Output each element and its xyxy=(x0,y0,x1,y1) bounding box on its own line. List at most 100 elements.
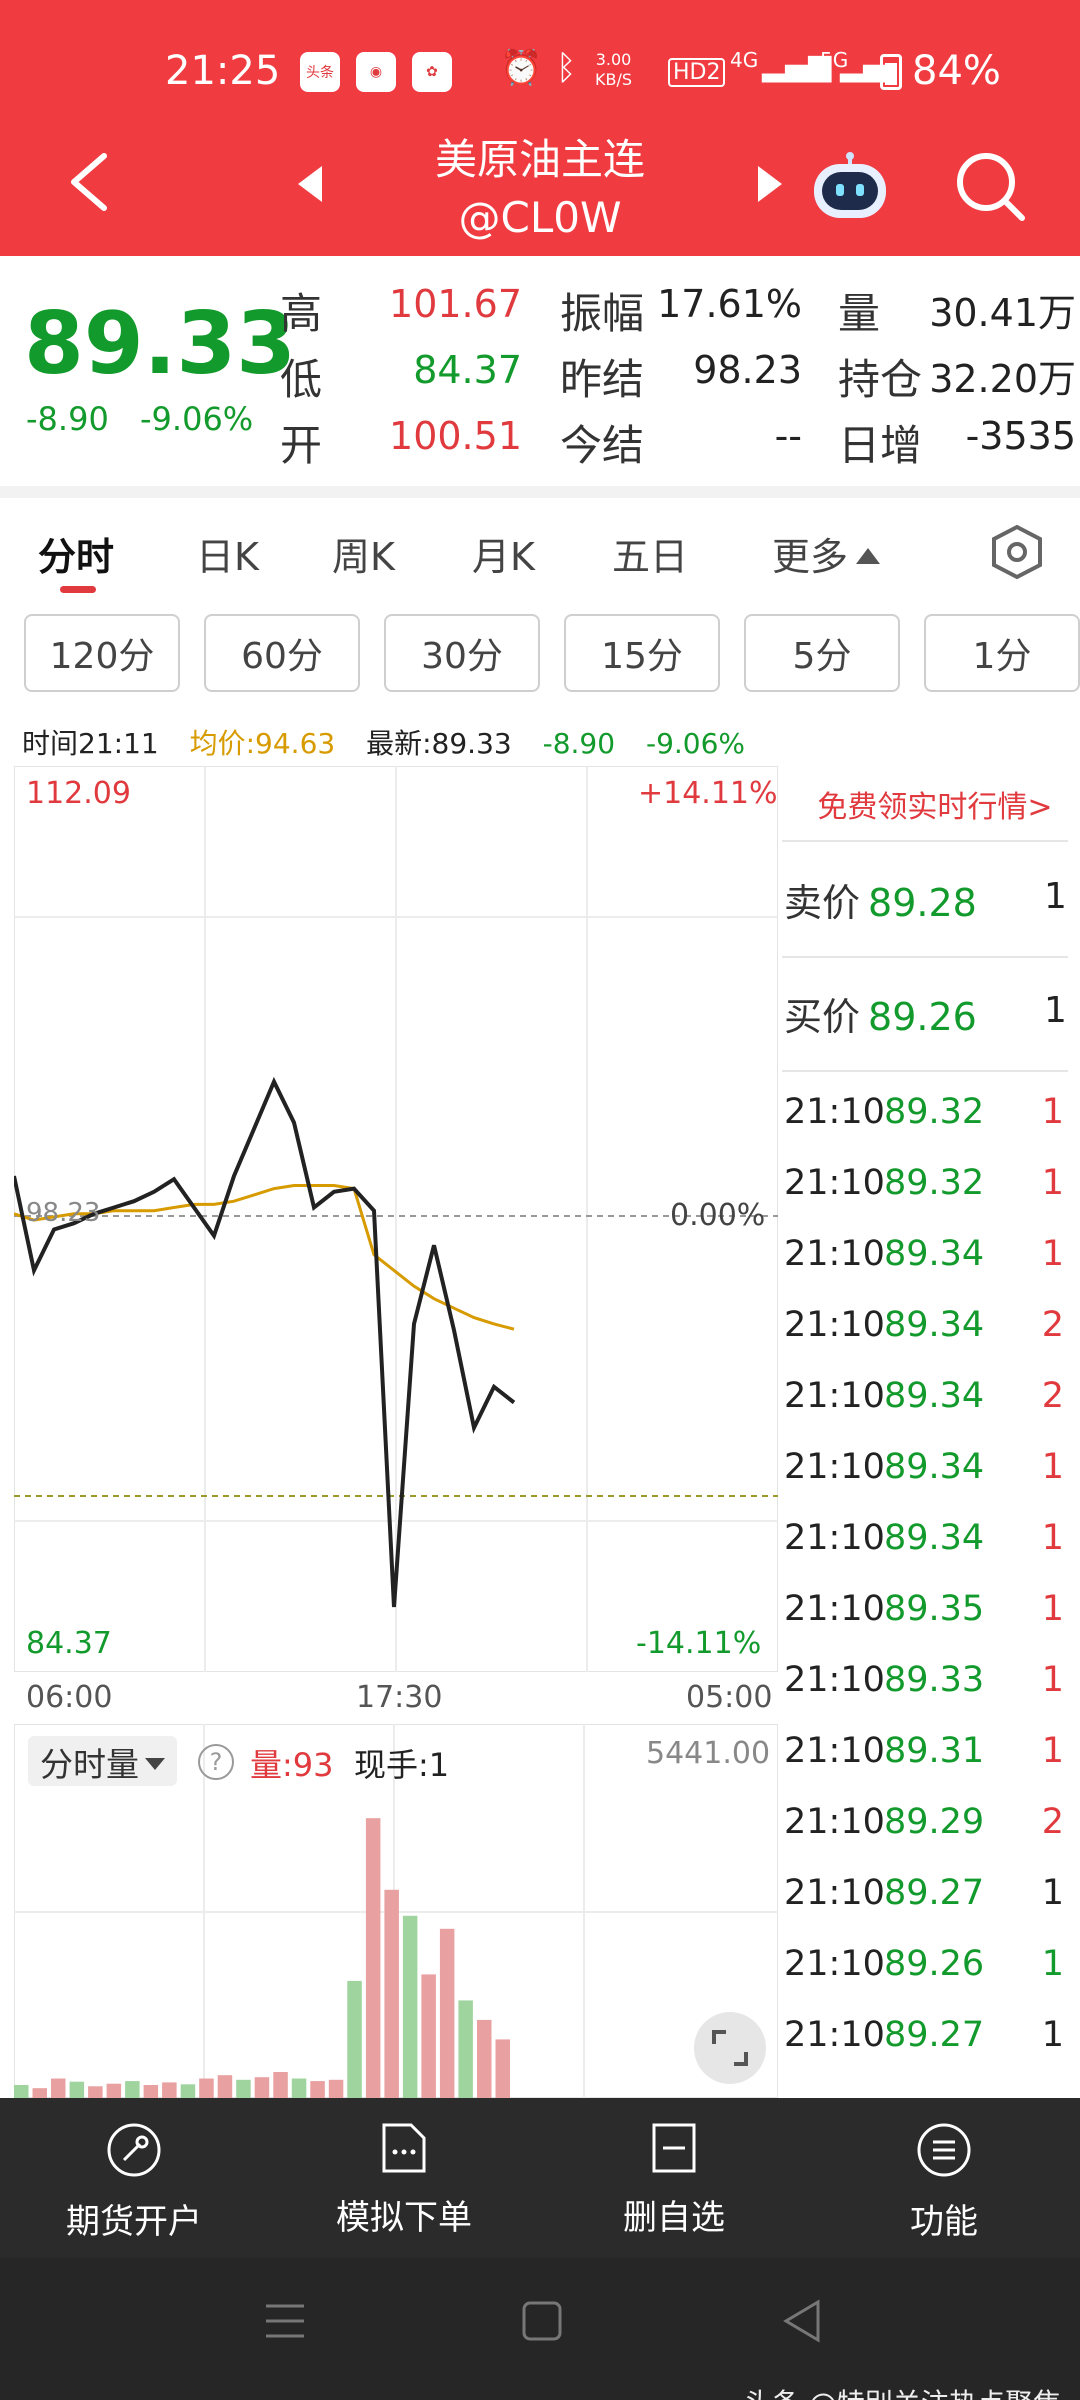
toutiao-app-icon: 头条 xyxy=(300,52,340,92)
tick-row: 21:10 89.32 1 xyxy=(784,1163,1068,1223)
info-change-pct: -9.06% xyxy=(645,727,746,760)
tab-five-day[interactable]: 五日 xyxy=(612,526,688,581)
interval-5m-button[interactable]: 5分 xyxy=(744,614,900,692)
tab-weekly-k[interactable]: 周K xyxy=(332,526,395,581)
nav-remove-watchlist[interactable]: 删自选 xyxy=(564,2116,784,2246)
tick-price: 89.34 xyxy=(884,1234,985,1274)
help-icon[interactable]: ? xyxy=(198,1744,234,1780)
nav-label: 功能 xyxy=(910,2202,978,2242)
menu-circle-icon xyxy=(917,2123,971,2177)
pct-zero-label: 0.00% xyxy=(670,1198,766,1233)
tick-time: 21:10 xyxy=(784,1092,885,1132)
tick-qty: 2 xyxy=(1041,1802,1064,1842)
watermark: 头条 @特别关注热点聚焦 xyxy=(744,2382,1061,2400)
interval-15m-button[interactable]: 15分 xyxy=(564,614,720,692)
prev-contract-arrow-icon[interactable] xyxy=(298,166,322,202)
divider xyxy=(782,840,1068,842)
free-realtime-quote-link[interactable]: 免费领实时行情> xyxy=(800,782,1070,826)
tick-time: 21:10 xyxy=(784,1518,885,1558)
shopping-app-icon: ◉ xyxy=(356,52,396,92)
ask-qty: 1 xyxy=(1044,876,1067,917)
bluetooth-icon: ᛒ xyxy=(556,48,577,88)
battery-level: 84% xyxy=(912,48,1001,94)
tick-price: 89.34 xyxy=(884,1305,985,1345)
tick-price: 89.32 xyxy=(884,1163,985,1203)
nav-simulated-order[interactable]: 模拟下单 xyxy=(294,2116,514,2246)
tick-qty: 1 xyxy=(1041,1944,1064,1984)
nav-futures-account[interactable]: 期货开户 xyxy=(24,2116,244,2246)
expand-fullscreen-icon[interactable] xyxy=(694,2012,766,2084)
search-icon[interactable] xyxy=(952,148,1028,224)
amplitude-value: 17.61% xyxy=(657,282,802,326)
tab-daily-k[interactable]: 日K xyxy=(196,526,259,581)
tick-price: 89.26 xyxy=(884,1944,985,1984)
volume-bar xyxy=(402,1915,418,2098)
status-time: 21:25 xyxy=(165,48,281,94)
tick-price: 89.27 xyxy=(884,1873,985,1913)
system-nav-bar xyxy=(0,2258,1080,2400)
volume-bar xyxy=(69,2081,85,2098)
tab-more-label: 更多 xyxy=(772,535,849,579)
hd-icon: HD2 xyxy=(668,58,726,87)
intraday-price-chart[interactable] xyxy=(14,766,778,1672)
interval-60m-button[interactable]: 60分 xyxy=(204,614,360,692)
tick-row: 21:10 89.27 1 xyxy=(784,1873,1068,1933)
current-hand-label: 现手:1 xyxy=(354,1746,450,1784)
tick-row: 21:10 89.34 1 xyxy=(784,1447,1068,1507)
tick-qty: 1 xyxy=(1041,1518,1064,1558)
volume-bar xyxy=(217,2075,233,2098)
tick-qty: 1 xyxy=(1041,1163,1064,1203)
tick-qty: 1 xyxy=(1041,1873,1064,1913)
volume-bar xyxy=(162,2082,177,2098)
interval-1m-button[interactable]: 1分 xyxy=(924,614,1080,692)
tab-more[interactable]: 更多 xyxy=(772,526,881,581)
volume-selector-label: 分时量 xyxy=(40,1745,139,1784)
volume-selector[interactable]: 分时量 xyxy=(28,1736,177,1786)
volume-bar xyxy=(328,2079,344,2098)
tick-price: 89.35 xyxy=(884,1589,985,1629)
tick-qty: 1 xyxy=(1041,1447,1064,1487)
recent-apps-icon[interactable] xyxy=(262,2298,308,2344)
photos-app-icon: ✿ xyxy=(412,52,452,92)
bid-label: 买价 xyxy=(784,995,861,1039)
volume-bar xyxy=(51,2078,66,2098)
robot-assistant-icon[interactable] xyxy=(808,152,892,222)
back-triangle-icon[interactable] xyxy=(780,2298,824,2344)
interval-120m-button[interactable]: 120分 xyxy=(24,614,180,692)
contract-code: @CL0W xyxy=(458,193,622,242)
volume-bar xyxy=(143,2085,159,2098)
volume-bar xyxy=(421,1974,436,2098)
bid-price-row: 买价 89.26 xyxy=(784,986,977,1041)
tick-time: 21:10 xyxy=(784,1589,885,1629)
nav-label: 模拟下单 xyxy=(336,2198,472,2238)
caret-down-icon xyxy=(145,1758,165,1770)
open-interest-value: 32.20万 xyxy=(929,357,1076,401)
nav-functions[interactable]: 功能 xyxy=(834,2116,1054,2246)
y-min-label: 84.37 xyxy=(26,1626,112,1661)
volume-label: 量 xyxy=(838,289,881,338)
next-contract-arrow-icon[interactable] xyxy=(758,166,782,202)
net-speed: 3.00 KB/S xyxy=(595,50,633,89)
page-title: 美原油主连 xyxy=(434,135,645,184)
low-label: 低 xyxy=(280,355,323,404)
info-avg-price: 均价:94.63 xyxy=(189,727,336,760)
tick-time: 21:10 xyxy=(784,1447,885,1487)
home-icon[interactable] xyxy=(520,2298,564,2344)
tick-price: 89.33 xyxy=(884,1660,985,1700)
tick-qty: 1 xyxy=(1041,2015,1064,2055)
active-tab-indicator xyxy=(60,586,96,593)
settings-hexagon-icon[interactable] xyxy=(990,524,1044,580)
tab-intraday[interactable]: 分时 xyxy=(38,526,114,581)
volume-bar xyxy=(32,2088,47,2098)
tick-qty: 1 xyxy=(1041,1234,1064,1274)
nav-label: 删自选 xyxy=(623,2198,725,2238)
alarm-icon: ⏰ xyxy=(500,48,543,88)
volume-bar xyxy=(495,2039,510,2098)
last-price: 89.33 xyxy=(24,294,297,394)
chevron-left-icon[interactable] xyxy=(66,152,110,212)
tab-monthly-k[interactable]: 月K xyxy=(472,526,535,581)
volume-bar xyxy=(439,1928,455,2098)
interval-30m-button[interactable]: 30分 xyxy=(384,614,540,692)
tick-time: 21:10 xyxy=(784,1163,885,1203)
x-label-end: 05:00 xyxy=(686,1680,773,1715)
